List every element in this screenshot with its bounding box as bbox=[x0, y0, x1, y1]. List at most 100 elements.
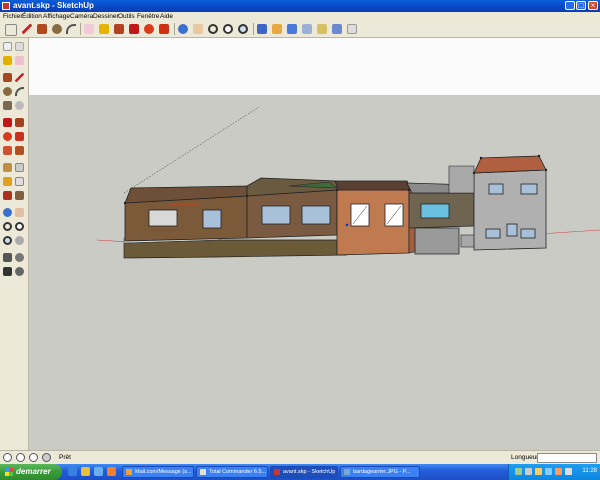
arc-icon[interactable] bbox=[15, 87, 24, 96]
rotate-icon[interactable] bbox=[144, 24, 154, 34]
measurements-label: Longueur bbox=[511, 454, 539, 461]
push-pull-icon[interactable] bbox=[114, 24, 124, 34]
select-icon[interactable] bbox=[5, 24, 17, 36]
task-total-commander[interactable]: Total Commander 6.5... bbox=[196, 466, 268, 478]
menu-bar: Fichier Édition Affichage Caméra Dessine… bbox=[0, 12, 600, 21]
zoom-window-icon[interactable] bbox=[15, 222, 24, 231]
zoom-extents-icon[interactable] bbox=[3, 236, 12, 245]
previous-view-icon[interactable] bbox=[15, 236, 24, 245]
circle-icon[interactable] bbox=[52, 24, 62, 34]
protractor-icon[interactable] bbox=[3, 177, 12, 186]
image-viewer-icon bbox=[344, 469, 350, 475]
top-view-icon[interactable] bbox=[272, 24, 282, 34]
quicklaunch-browser-icon[interactable] bbox=[68, 467, 77, 476]
rotate-icon[interactable] bbox=[3, 132, 12, 141]
move-icon[interactable] bbox=[3, 118, 12, 127]
quicklaunch-media-icon[interactable] bbox=[94, 467, 103, 476]
start-button[interactable]: demarrer bbox=[0, 464, 62, 480]
menu-fenetre[interactable]: Fenêtre bbox=[137, 13, 159, 20]
start-label: demarrer bbox=[16, 467, 51, 476]
select-icon[interactable] bbox=[3, 42, 12, 51]
pencil-icon[interactable] bbox=[22, 24, 32, 34]
help-icon[interactable] bbox=[29, 453, 38, 462]
tray-icon[interactable] bbox=[545, 468, 552, 475]
tray-icon[interactable] bbox=[515, 468, 522, 475]
back-view-icon[interactable] bbox=[317, 24, 327, 34]
total-commander-icon bbox=[200, 469, 206, 475]
volume-icon[interactable] bbox=[565, 468, 572, 475]
eraser-icon[interactable] bbox=[15, 56, 24, 65]
zoom-window-icon[interactable] bbox=[223, 24, 233, 34]
menu-aide[interactable]: Aide bbox=[160, 13, 173, 20]
tray-icon[interactable] bbox=[525, 468, 532, 475]
menu-dessiner[interactable]: Dessiner bbox=[93, 13, 119, 20]
pan-icon[interactable] bbox=[15, 208, 24, 217]
make-component-icon[interactable] bbox=[15, 42, 24, 51]
tray-icon[interactable] bbox=[535, 468, 542, 475]
quicklaunch-desktop-icon[interactable] bbox=[81, 467, 90, 476]
tape-measure-icon[interactable] bbox=[3, 163, 12, 172]
right-view-icon[interactable] bbox=[302, 24, 312, 34]
close-button[interactable]: × bbox=[588, 1, 598, 10]
window bbox=[485, 228, 501, 239]
paint-bucket-icon[interactable] bbox=[99, 24, 109, 34]
quicklaunch-app-icon[interactable] bbox=[107, 467, 116, 476]
status-text: Prêt bbox=[59, 454, 71, 461]
orbit-icon[interactable] bbox=[3, 208, 12, 217]
zoom-extents-icon[interactable] bbox=[238, 24, 248, 34]
sketchup-app-icon bbox=[2, 2, 10, 10]
instructor-icon[interactable] bbox=[42, 453, 51, 462]
menu-edition[interactable]: Édition bbox=[22, 13, 42, 20]
window-title: avant.skp - SketchUp bbox=[13, 1, 94, 10]
section-plane-icon[interactable] bbox=[15, 267, 24, 276]
task-sketchup[interactable]: avant.skp - SketchUp bbox=[270, 466, 338, 478]
circle-icon[interactable] bbox=[3, 87, 12, 96]
zoom-icon[interactable] bbox=[3, 222, 12, 231]
main-toolbar bbox=[0, 21, 600, 38]
move-icon[interactable] bbox=[129, 24, 139, 34]
iso-view-icon[interactable] bbox=[257, 24, 267, 34]
scale-icon[interactable] bbox=[3, 146, 12, 155]
menu-affichage[interactable]: Affichage bbox=[43, 13, 70, 20]
polygon-icon[interactable] bbox=[3, 101, 12, 110]
dimension-icon[interactable] bbox=[15, 163, 24, 172]
xray-icon[interactable] bbox=[347, 24, 357, 34]
orbit-icon[interactable] bbox=[178, 24, 188, 34]
rectangle-icon[interactable] bbox=[37, 24, 47, 34]
push-pull-icon[interactable] bbox=[15, 118, 24, 127]
follow-me-icon[interactable] bbox=[15, 132, 24, 141]
measurements-input[interactable] bbox=[537, 453, 597, 463]
freehand-icon[interactable] bbox=[15, 101, 24, 110]
3d-text-icon[interactable] bbox=[15, 191, 24, 200]
zoom-icon[interactable] bbox=[208, 24, 218, 34]
minimize-button[interactable]: _ bbox=[565, 1, 575, 10]
front-view-icon[interactable] bbox=[287, 24, 297, 34]
window bbox=[520, 228, 536, 239]
left-view-icon[interactable] bbox=[332, 24, 342, 34]
position-camera-icon[interactable] bbox=[3, 267, 12, 276]
credits-icon[interactable] bbox=[16, 453, 25, 462]
maximize-button[interactable]: □ bbox=[576, 1, 586, 10]
walk-icon[interactable] bbox=[3, 253, 12, 262]
line-icon[interactable] bbox=[15, 73, 24, 82]
axes-icon[interactable] bbox=[3, 191, 12, 200]
task-image-viewer[interactable]: bardagearrier.JPG - P... bbox=[340, 466, 420, 478]
tray-icon[interactable] bbox=[555, 468, 562, 475]
offset-icon[interactable] bbox=[15, 146, 24, 155]
clock: 11:28 bbox=[582, 468, 597, 474]
geo-location-icon[interactable] bbox=[3, 453, 12, 462]
model-viewport[interactable] bbox=[29, 38, 600, 450]
text-icon[interactable] bbox=[15, 177, 24, 186]
offset-icon[interactable] bbox=[159, 24, 169, 34]
rectangle-icon[interactable] bbox=[3, 73, 12, 82]
garage-block bbox=[414, 227, 460, 255]
look-around-icon[interactable] bbox=[15, 253, 24, 262]
eraser-icon[interactable] bbox=[84, 24, 94, 34]
menu-outils[interactable]: Outils bbox=[118, 13, 135, 20]
paint-bucket-icon[interactable] bbox=[3, 56, 12, 65]
arc-icon[interactable] bbox=[66, 24, 76, 34]
menu-fichier[interactable]: Fichier bbox=[3, 13, 23, 20]
menu-camera[interactable]: Caméra bbox=[70, 13, 93, 20]
pan-icon[interactable] bbox=[193, 24, 203, 34]
task-mail[interactable]: Mail.com/Message (s... bbox=[122, 466, 194, 478]
